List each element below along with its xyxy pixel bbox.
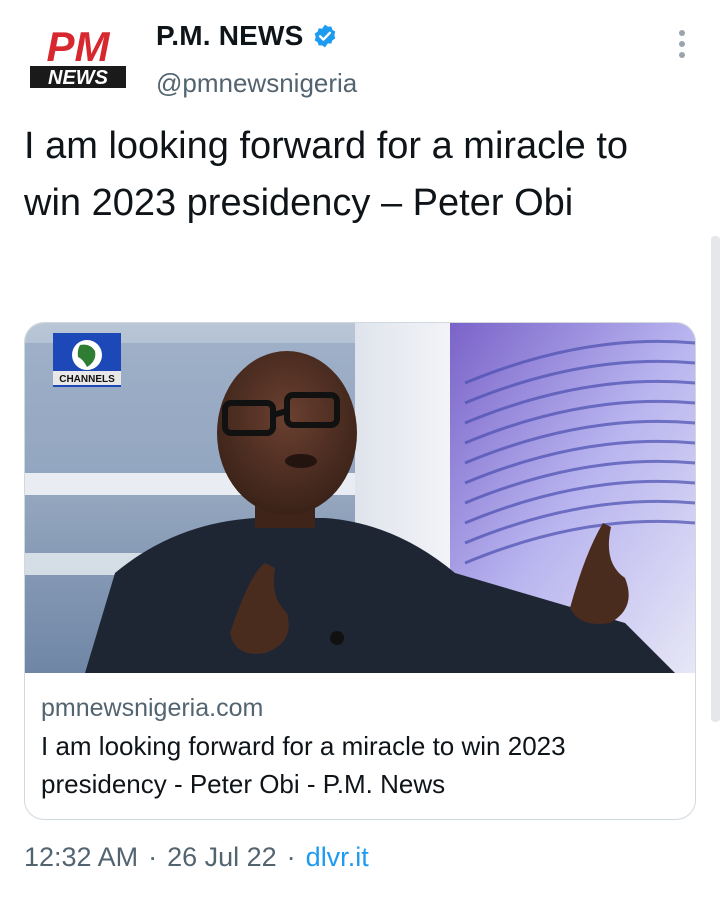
tweet-footer: 12:32 AM · 26 Jul 22 · dlvr.it [24, 842, 369, 873]
tweet-source-link[interactable]: dlvr.it [306, 842, 369, 873]
card-image[interactable]: CHANNELS [25, 323, 695, 673]
tweet-text: I am looking forward for a miracle to wi… [24, 125, 629, 224]
pm-news-logo-icon: PM NEWS [28, 26, 128, 89]
account-handle[interactable]: @pmnewsnigeria [156, 68, 357, 99]
more-options-icon[interactable] [668, 24, 696, 64]
verified-badge-icon [312, 23, 338, 49]
display-name[interactable]: P.M. NEWS [156, 20, 304, 52]
card-meta: pmnewsnigeria.com I am looking forward f… [41, 691, 681, 803]
name-row: P.M. NEWS [156, 20, 338, 52]
logo-top-text: PM [47, 26, 111, 70]
link-card[interactable]: CHANNELS pmnewsnigeria.com I am looking … [24, 322, 696, 820]
logo-bottom-text: NEWS [48, 67, 109, 89]
separator: · [286, 842, 296, 872]
separator: · [148, 842, 158, 872]
image-badge-text: CHANNELS [59, 374, 115, 385]
channels-logo-icon: CHANNELS [53, 333, 121, 387]
tweet-header: PM NEWS P.M. NEWS @pmnewsnigeria [26, 18, 696, 108]
tweet-time[interactable]: 12:32 AM [24, 842, 138, 873]
avatar[interactable]: PM NEWS [26, 26, 130, 90]
card-domain: pmnewsnigeria.com [41, 694, 264, 722]
tweet-date[interactable]: 26 Jul 22 [167, 842, 277, 873]
scrollbar[interactable] [711, 236, 720, 722]
card-title: I am looking forward for a miracle to wi… [41, 731, 566, 799]
